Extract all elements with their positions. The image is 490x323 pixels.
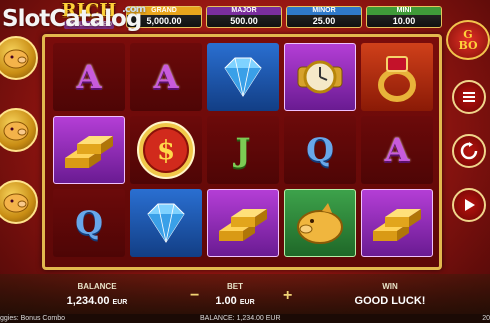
status-time: 20 xyxy=(482,315,490,322)
reel-cell-letter-j: J xyxy=(207,116,279,184)
watch-icon xyxy=(297,60,343,94)
golden-pig-icon xyxy=(297,203,343,244)
jackpot-mini-label: MINI xyxy=(367,7,441,15)
reel-cell-letter-a: A xyxy=(53,43,125,111)
play-icon xyxy=(465,199,475,211)
balance-amount: 1,234.00 xyxy=(66,295,110,307)
reel-grid: A A $ J Q A Q xyxy=(53,43,433,257)
symbol-q: Q xyxy=(306,131,334,169)
refresh-icon xyxy=(460,142,478,160)
win-label: WIN xyxy=(382,282,398,291)
jackpot-mini-value: 10.00 xyxy=(392,16,416,26)
symbol-a: A xyxy=(153,58,179,96)
settings-button[interactable] xyxy=(452,80,486,114)
feature-badge: G BO xyxy=(446,20,490,60)
bet-label: BET xyxy=(227,282,243,291)
jackpot-minor-label: MINOR xyxy=(287,7,361,15)
bet-decrease-button[interactable]: − xyxy=(190,287,199,305)
jackpot-bar: GRAND 5,000.00 MAJOR 500.00 MINOR 25.00 … xyxy=(126,6,442,28)
svg-text:$: $ xyxy=(157,136,175,166)
left-pig-column xyxy=(0,36,38,252)
reel-cell-letter-a: A xyxy=(361,116,433,184)
watermark-suffix: .com xyxy=(122,4,146,15)
watermark: SlotCatalog .com xyxy=(2,4,146,32)
reel-cell-ring xyxy=(361,43,433,111)
balance-currency: EUR xyxy=(112,299,128,306)
diamond-icon xyxy=(147,203,185,243)
bet-amount: 1.00 xyxy=(215,295,237,307)
win-display: WIN GOOD LUCK! xyxy=(340,282,440,309)
reel-frame: A A $ J Q A Q xyxy=(42,34,442,270)
bet-value: 1.00 EUR xyxy=(215,295,254,307)
reel-cell-gold-bars xyxy=(53,116,125,184)
status-balance: BALANCE: 1,234.00 EUR xyxy=(200,315,281,322)
balance-label: BALANCE xyxy=(77,282,117,291)
pig-coin-icon xyxy=(0,108,38,152)
reel-cell-letter-q: Q xyxy=(53,189,125,257)
balance-value: 1,234.00 EUR xyxy=(67,295,128,307)
jackpot-major-value: 500.00 xyxy=(230,16,258,26)
spin-button[interactable] xyxy=(452,134,486,168)
symbol-q: Q xyxy=(75,204,103,242)
pig-coin-icon xyxy=(0,180,38,224)
gold-bars-icon xyxy=(219,209,267,241)
status-bar: ggies: Bonus Combo BALANCE: 1,234.00 EUR… xyxy=(0,314,490,323)
ring-icon xyxy=(378,56,416,102)
gold-bars-icon xyxy=(65,136,113,168)
reel-cell-gold-bars xyxy=(361,189,433,257)
reel-cell-diamond xyxy=(207,43,279,111)
dollar-coin-icon: $ xyxy=(137,121,195,179)
right-controls: G BO xyxy=(446,20,490,222)
bet-increase-button[interactable]: + xyxy=(283,287,292,305)
pig-coin-icon xyxy=(0,36,38,80)
jackpot-minor: MINOR 25.00 xyxy=(286,6,362,28)
jackpot-major: MAJOR 500.00 xyxy=(206,6,282,28)
jackpot-mini: MINI 10.00 xyxy=(366,6,442,28)
reel-cell-letter-q: Q xyxy=(284,116,356,184)
reel-cell-golden-pig xyxy=(284,189,356,257)
diamond-icon xyxy=(224,57,262,97)
reel-cell-gold-bars xyxy=(207,189,279,257)
reel-cell-dollar-coin: $ xyxy=(130,116,202,184)
win-value: GOOD LUCK! xyxy=(354,295,426,307)
symbol-a: A xyxy=(384,131,410,169)
reel-cell-watch xyxy=(284,43,356,111)
jackpot-major-label: MAJOR xyxy=(207,7,281,15)
status-game-name: ggies: Bonus Combo xyxy=(0,315,65,322)
reel-cell-letter-a: A xyxy=(130,43,202,111)
feature-badge-line2: BO xyxy=(458,39,478,52)
menu-icon xyxy=(463,92,475,102)
bet-currency: EUR xyxy=(239,299,255,306)
bet-display: BET 1.00 EUR xyxy=(200,282,270,309)
jackpot-minor-value: 25.00 xyxy=(312,16,336,26)
reel-cell-diamond xyxy=(130,189,202,257)
gold-bars-icon xyxy=(373,209,421,241)
watermark-text: SlotCatalog xyxy=(2,6,142,32)
balance-display: BALANCE 1,234.00 EUR xyxy=(62,282,132,309)
symbol-a: A xyxy=(76,58,102,96)
autoplay-button[interactable] xyxy=(452,188,486,222)
symbol-j: J xyxy=(235,131,251,169)
